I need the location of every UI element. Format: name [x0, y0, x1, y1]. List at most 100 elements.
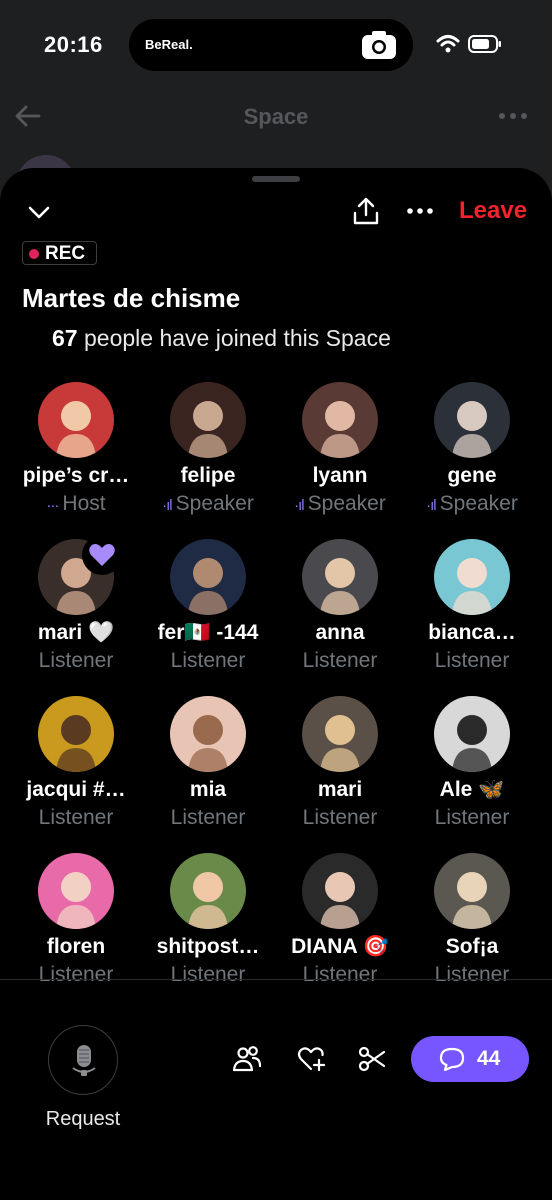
background-title: Space: [243, 104, 309, 129]
participant-card[interactable]: mia Listener: [142, 696, 274, 853]
avatar[interactable]: [38, 382, 114, 458]
sheet-grabber[interactable]: [252, 176, 300, 182]
avatar[interactable]: [38, 853, 114, 929]
participant-role-label: Listener: [170, 649, 246, 672]
heart-plus-icon[interactable]: [296, 1044, 326, 1074]
speaking-indicator-icon: ·ıl: [162, 497, 172, 514]
participant-role: Listener: [406, 806, 538, 830]
rec-dot-icon: [29, 249, 39, 259]
avatar-image: [38, 382, 114, 458]
avatar[interactable]: [170, 696, 246, 772]
avatar[interactable]: [170, 382, 246, 458]
footer-divider: [0, 979, 552, 980]
participant-card[interactable]: DIANA 🎯 Listener: [274, 853, 406, 1010]
participant-card[interactable]: lyann ·ıl Speaker: [274, 382, 406, 539]
participant-card[interactable]: mari 🤍 Listener: [10, 535, 142, 696]
purple-heart-icon: [89, 544, 115, 566]
participant-role: Listener: [142, 963, 274, 987]
participant-role-label: Listener: [38, 806, 114, 829]
island-app-name: BeReal.: [145, 37, 193, 52]
joined-count: 67: [52, 325, 78, 351]
participant-card[interactable]: anna Listener: [274, 539, 406, 696]
avatar-image: [434, 696, 510, 772]
avatar[interactable]: [302, 696, 378, 772]
participant-role-label: Speaker: [175, 492, 254, 515]
participant-role: ··· Host: [10, 492, 142, 516]
avatar-image: [302, 696, 378, 772]
avatar-image: [434, 382, 510, 458]
avatar[interactable]: [170, 853, 246, 929]
participant-name: gene: [447, 464, 497, 487]
people-icon[interactable]: [232, 1044, 262, 1074]
participant-card[interactable]: pipe’s cr… ··· Host: [10, 382, 142, 539]
avatar[interactable]: [302, 853, 378, 929]
leave-button[interactable]: Leave: [459, 197, 527, 225]
reaction-badge: [82, 535, 122, 575]
more-icon[interactable]: [498, 112, 528, 120]
participant-name: felipe: [180, 464, 236, 487]
participant-name: mari: [317, 778, 363, 801]
avatar-image: [302, 382, 378, 458]
participant-role-label: Listener: [434, 963, 510, 986]
dynamic-island[interactable]: BeReal.: [129, 19, 413, 71]
avatar[interactable]: [434, 382, 510, 458]
participant-role-label: Listener: [434, 649, 510, 672]
avatar[interactable]: [434, 853, 510, 929]
participant-role: Listener: [274, 806, 406, 830]
avatar-image: [434, 539, 510, 615]
participant-card[interactable]: jacqui #… Listener: [10, 696, 142, 853]
participants-grid: pipe’s cr… ··· Host felipe ·ıl Speaker lyann ·ı…: [10, 382, 538, 986]
participant-name: jacqui #…: [26, 778, 126, 801]
participant-name: lyann: [312, 464, 368, 487]
avatar-image: [302, 539, 378, 615]
participant-role: Listener: [406, 963, 538, 987]
chevron-down-icon[interactable]: [26, 202, 52, 222]
participant-role-label: Listener: [38, 649, 114, 672]
speaking-indicator-icon: ·ıl: [294, 497, 304, 514]
battery-icon: [468, 35, 501, 53]
participant-role: Listener: [406, 649, 538, 673]
avatar[interactable]: [434, 696, 510, 772]
share-icon[interactable]: [352, 196, 380, 226]
scissors-icon[interactable]: [357, 1044, 387, 1074]
rec-badge: REC: [22, 241, 97, 265]
participant-card[interactable]: Sof¡a Listener: [406, 853, 538, 1010]
participant-role-label: Speaker: [439, 492, 518, 515]
participant-name: Sof¡a: [445, 935, 499, 958]
participant-name: DIANA 🎯: [291, 935, 389, 958]
chat-count: 44: [477, 1047, 501, 1070]
participant-card[interactable]: bianca… Listener: [406, 539, 538, 696]
space-title: Martes de chisme: [22, 283, 241, 313]
participant-role-label: Listener: [434, 806, 510, 829]
participant-role: ·ıl Speaker: [274, 492, 406, 516]
chat-button[interactable]: 44: [411, 1036, 529, 1082]
participant-card[interactable]: shitpost… Listener: [142, 853, 274, 1010]
more-icon[interactable]: [406, 207, 434, 215]
participant-card[interactable]: Ale 🦋 Listener: [406, 696, 538, 853]
participant-name: bianca…: [428, 621, 516, 644]
participant-role: ·ıl Speaker: [142, 492, 274, 516]
participant-card[interactable]: floren Listener: [10, 853, 142, 1010]
request-mic-button[interactable]: [48, 1025, 118, 1095]
avatar[interactable]: [302, 382, 378, 458]
avatar[interactable]: [434, 539, 510, 615]
participant-role-label: Listener: [302, 963, 378, 986]
avatar[interactable]: [38, 696, 114, 772]
avatar-image: [434, 853, 510, 929]
participant-card[interactable]: felipe ·ıl Speaker: [142, 382, 274, 539]
participant-name: pipe’s cr…: [22, 464, 130, 487]
participant-card[interactable]: gene ·ıl Speaker: [406, 382, 538, 539]
avatar-image: [170, 696, 246, 772]
avatar-image: [170, 539, 246, 615]
participant-role: Listener: [10, 806, 142, 830]
participant-name: Ale 🦋: [439, 778, 505, 801]
participant-role: Listener: [274, 963, 406, 987]
avatar-image: [170, 853, 246, 929]
avatar-image: [38, 696, 114, 772]
avatar[interactable]: [170, 539, 246, 615]
avatar[interactable]: [302, 539, 378, 615]
space-sheet: Leave REC Martes de chisme 67 people hav…: [0, 168, 552, 1200]
participant-role: Listener: [274, 649, 406, 673]
participant-card[interactable]: mari Listener: [274, 696, 406, 853]
participant-card[interactable]: fer🇲🇽 -144 Listener: [142, 539, 274, 696]
